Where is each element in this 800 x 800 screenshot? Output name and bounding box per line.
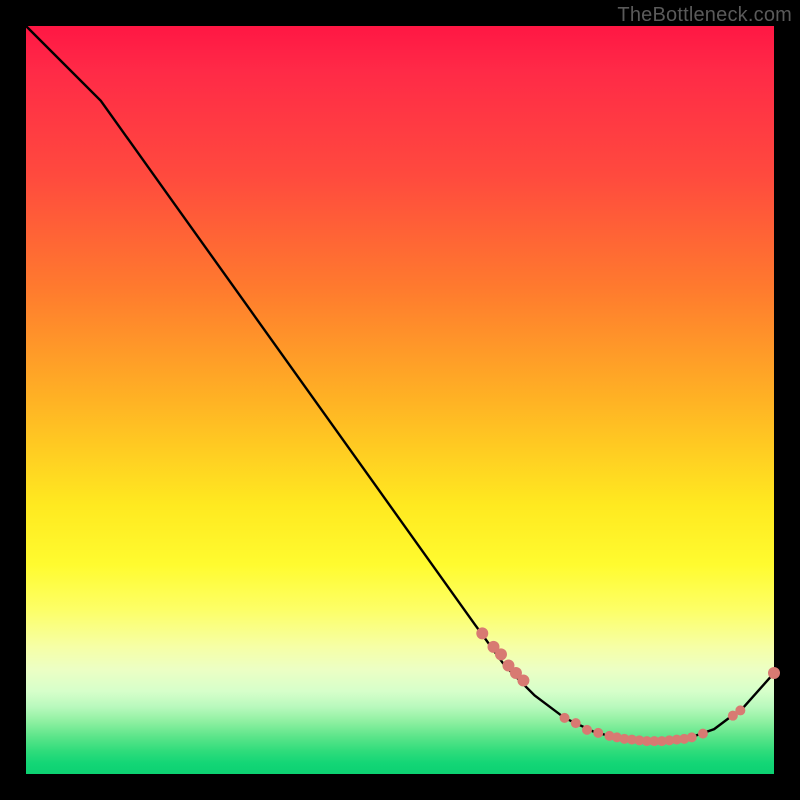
marker-point <box>735 705 745 715</box>
chart-svg <box>26 26 774 774</box>
marker-point <box>687 732 697 742</box>
marker-point <box>582 725 592 735</box>
marker-point <box>698 729 708 739</box>
bottleneck-curve <box>26 26 774 741</box>
marker-point <box>476 627 488 639</box>
chart-frame: TheBottleneck.com <box>0 0 800 800</box>
marker-point <box>593 728 603 738</box>
marker-point <box>768 667 780 679</box>
watermark-text: TheBottleneck.com <box>617 4 792 27</box>
marker-point <box>517 675 529 687</box>
marker-point <box>560 713 570 723</box>
highlight-points <box>476 627 780 746</box>
marker-point <box>495 648 507 660</box>
marker-point <box>571 718 581 728</box>
